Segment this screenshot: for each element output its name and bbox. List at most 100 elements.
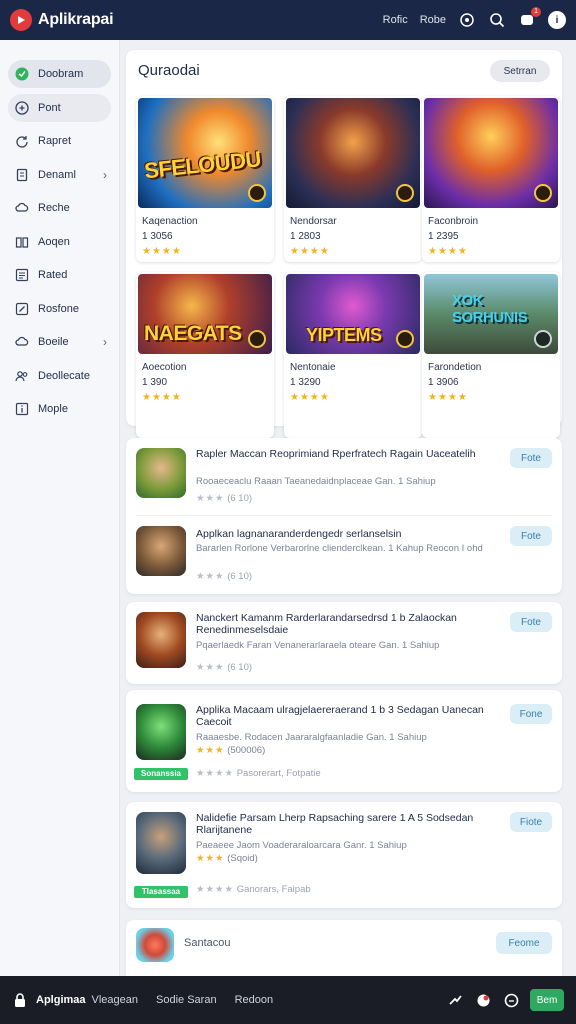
rating-stars: ★★★★ xyxy=(142,246,182,257)
rating-count: (500006) xyxy=(227,745,266,756)
game-count: 1 2803 xyxy=(290,231,321,242)
get-button[interactable]: Fiote xyxy=(510,812,552,832)
notification-icon[interactable]: 1 xyxy=(518,7,541,29)
sidebar-item-label: Rapret xyxy=(38,135,72,147)
chevron-right-icon[interactable]: › xyxy=(103,168,107,182)
game-name: Kaqenaction xyxy=(142,216,198,227)
list-item[interactable]: Sonanssia Applika Macaam ulragjelaererae… xyxy=(126,690,562,792)
sidebar-item-boeile[interactable]: Boeile › xyxy=(8,328,111,356)
app-list-card: Tlasassaa Nalidefie Parsam Lherp Rapsach… xyxy=(126,802,562,908)
rating-stars: ★★★★ xyxy=(290,246,330,257)
list-item[interactable]: Applkan lagnanaranderdengedr serlanselsi… xyxy=(126,516,562,594)
app-icon xyxy=(136,526,186,576)
list-item[interactable]: Rapler Maccan Reoprimiand Rperfratech Ra… xyxy=(126,438,562,516)
game-badge-icon xyxy=(248,184,266,202)
top-link-2[interactable]: Robe xyxy=(420,14,446,26)
sidebar-item-rapret[interactable]: Rapret xyxy=(8,127,111,155)
game-art-image: YIPTEMS xyxy=(286,274,420,354)
game-tile[interactable]: XOK SORHUNIS Farondetion 1 3906 ★★★★ xyxy=(422,272,560,438)
brand-name[interactable]: Aplikrapai xyxy=(38,11,114,29)
get-button[interactable]: Fote xyxy=(510,526,552,546)
sidebar-item-pont[interactable]: Pont xyxy=(8,93,111,122)
app-icon xyxy=(136,448,186,498)
lock-icon xyxy=(15,993,25,1007)
sidebar-item-label: Doobram xyxy=(38,68,84,80)
app-title: Rapler Maccan Reoprimiand Rperfratech Ra… xyxy=(196,448,476,460)
globe-icon xyxy=(14,66,30,82)
bottom-link-3[interactable]: Redoon xyxy=(235,994,274,1006)
sidebar-item-label: Boeile xyxy=(38,336,69,348)
app-badge: Sonanssia xyxy=(134,768,188,780)
people-icon xyxy=(14,368,30,384)
refresh-icon xyxy=(14,133,30,149)
app-list-card: Sonanssia Applika Macaam ulragjelaererae… xyxy=(126,690,562,792)
top-link-1[interactable]: Rofic xyxy=(383,14,408,26)
sidebar-item-label: Aoqen xyxy=(38,235,70,248)
app-title: Applkan lagnanaranderdengedr serlanselsi… xyxy=(196,528,402,540)
list-item[interactable]: Tlasassaa Nalidefie Parsam Lherp Rapsach… xyxy=(126,802,562,908)
game-count: 1 390 xyxy=(142,377,168,388)
game-count: 1 2395 xyxy=(428,231,459,242)
game-art-image: NAEGATS xyxy=(138,274,272,354)
sidebar-item-aoqen[interactable]: Aoqen xyxy=(8,228,111,256)
sidebar-item-doobram[interactable]: Doobram xyxy=(8,60,111,88)
top-bar: Aplikrapai Rofic Robe 1 i xyxy=(0,0,576,40)
game-art-title: XOK SORHUNIS xyxy=(452,292,528,326)
get-button[interactable]: Fote xyxy=(510,612,552,632)
bottom-bar: Aplgimaa Vleagean Sodie Saran Redoon Bem xyxy=(0,976,576,1024)
get-button[interactable]: Fote xyxy=(510,448,552,468)
bottom-action-button[interactable]: Bem xyxy=(530,989,564,1011)
app-description: Paeaeee Jaom Voaderaraloarcara Ganr. 1 S… xyxy=(196,840,407,851)
game-badge-icon xyxy=(396,184,414,202)
bottom-link-1[interactable]: Vleagean xyxy=(92,994,139,1006)
chevron-right-icon[interactable]: › xyxy=(103,335,107,349)
game-badge-icon xyxy=(534,184,552,202)
app-description: Raaaesbe. Rodacen Jaararalgfaanladie Gan… xyxy=(196,732,427,743)
alert-icon[interactable] xyxy=(474,991,492,1009)
app-list-card: Rapler Maccan Reoprimiand Rperfratech Ra… xyxy=(126,438,562,594)
bottom-link-2[interactable]: Sodie Saran xyxy=(156,994,217,1006)
share-icon[interactable] xyxy=(446,991,464,1009)
sidebar-item-label: Pont xyxy=(38,101,61,114)
app-rating: ★★★ (6 10) xyxy=(196,571,253,582)
list-item[interactable]: Santacou Feome xyxy=(126,920,562,976)
rating-count: (6 10) xyxy=(227,571,253,582)
game-count: 1 3290 xyxy=(290,377,321,388)
game-tile[interactable]: Nendorsar 1 2803 ★★★★ xyxy=(284,96,422,262)
game-tile[interactable]: NAEGATS Aoecotion 1 390 ★★★★ xyxy=(136,272,274,438)
get-button[interactable]: Fone xyxy=(510,704,552,724)
book-icon xyxy=(14,234,30,250)
app-description: Pqaerlaedk Faran Venanerarlaraela oteare… xyxy=(196,640,440,651)
game-tile[interactable]: YIPTEMS Nentonaie 1 3290 ★★★★ xyxy=(284,272,422,438)
search-icon[interactable] xyxy=(488,11,506,29)
sidebar-item-reche[interactable]: Reche xyxy=(8,194,111,222)
game-name: Nendorsar xyxy=(290,216,337,227)
get-button[interactable]: Feome xyxy=(496,932,552,954)
sidebar-item-mople[interactable]: Mople xyxy=(8,395,111,423)
app-rating: ★★★ (6 10) xyxy=(196,493,253,504)
notification-count-badge: 1 xyxy=(531,7,541,17)
settings-icon[interactable] xyxy=(458,11,476,29)
game-tile[interactable]: SFELOUDU Kaqenaction 1 3056 ★★★★ xyxy=(136,96,274,262)
avatar[interactable]: i xyxy=(548,11,566,29)
game-tile[interactable]: Faconbroin 1 2395 ★★★★ xyxy=(422,96,560,262)
app-icon xyxy=(136,612,186,668)
list-item[interactable]: Nanckert Kamanm Rarderlarandarsedrsd 1 b… xyxy=(126,602,562,684)
rating-meta: Pasorerart, Fotpatie xyxy=(236,768,321,779)
sidebar-item-deollecate[interactable]: Deollecate xyxy=(8,362,111,390)
bottom-brand[interactable]: Aplgimaa xyxy=(36,994,86,1006)
plus-icon xyxy=(14,100,30,116)
brand-logo-icon[interactable] xyxy=(10,9,32,31)
sidebar-item-rosfone[interactable]: Rosfone xyxy=(8,295,111,323)
app-list-card: Santacou Feome xyxy=(126,920,562,976)
profile-icon[interactable] xyxy=(502,991,520,1009)
app-icon xyxy=(136,928,174,962)
game-art-image xyxy=(286,98,420,208)
rating-stars: ★★★★ xyxy=(290,392,330,403)
app-icon xyxy=(136,812,186,874)
sidebar-item-rated[interactable]: Rated xyxy=(8,261,111,289)
game-count: 1 3906 xyxy=(428,377,459,388)
see-all-button[interactable]: Setrran xyxy=(490,60,550,82)
game-badge-icon xyxy=(396,330,414,348)
sidebar-item-denaml[interactable]: Denaml › xyxy=(8,161,111,189)
